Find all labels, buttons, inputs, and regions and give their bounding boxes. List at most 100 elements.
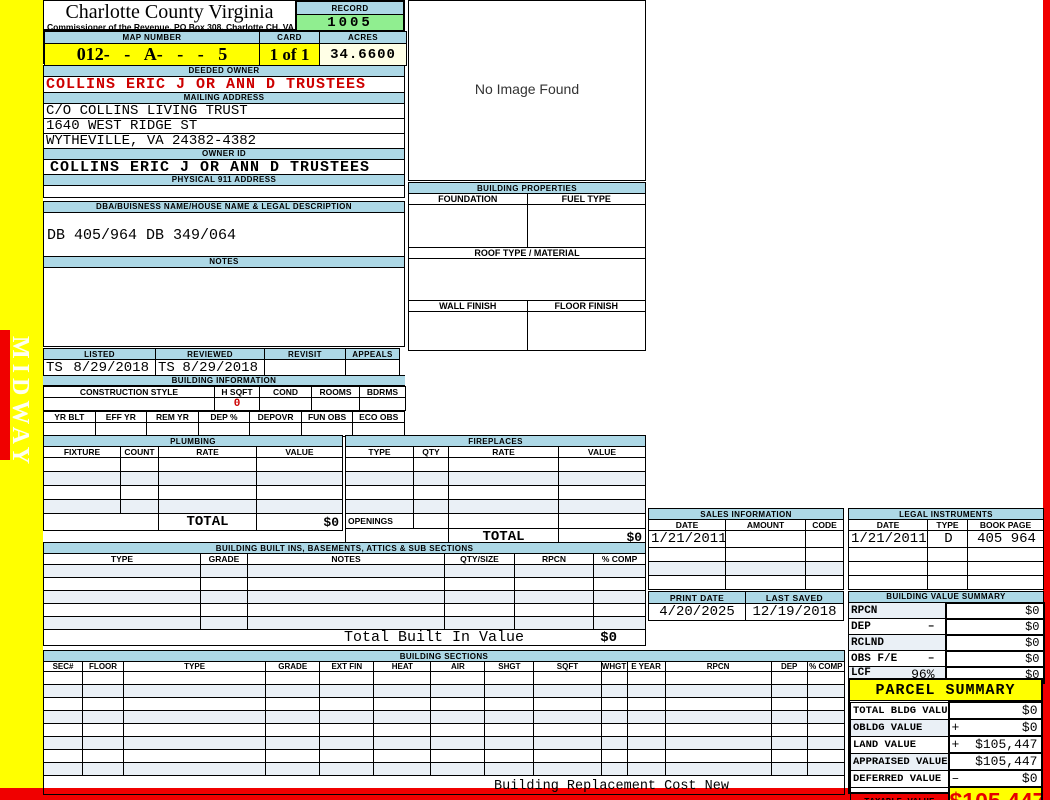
col-h: EXT FIN: [319, 661, 375, 672]
sales-information-table: SALES INFORMATION DATE AMOUNT CODE 1/21/…: [647, 508, 845, 590]
empty-row: [648, 575, 845, 590]
fuel-type-label: FUEL TYPE: [526, 193, 646, 205]
fireplaces-table: FIREPLACES TYPE QTY RATE VALUE OPENINGS …: [344, 435, 647, 558]
physical-911-value: [44, 186, 404, 201]
mailing-line-1: C/O COLLINS LIVING TRUST: [44, 104, 404, 119]
construction-style-label: CONSTRUCTION STYLE: [43, 386, 215, 398]
building-properties-title: BUILDING PROPERTIES: [408, 182, 646, 194]
dba-label: DBA/BUISNESS NAME/HOUSE NAME & LEGAL DES…: [44, 202, 404, 213]
plumbing-total-label: TOTAL: [158, 513, 257, 531]
col-h: SEC#: [42, 661, 84, 672]
header: Charlotte County Virginia Commissioner o…: [43, 0, 405, 32]
col-h: NOTES: [247, 553, 445, 565]
sale-amount: [725, 530, 806, 548]
physical-911-label: PHYSICAL 911 ADDRESS: [44, 175, 404, 186]
owner-id-value: COLLINS ERIC J OR ANN D TRUSTEES: [44, 160, 404, 175]
floor-finish-value: [526, 311, 646, 351]
parcel-summary-title: PARCEL SUMMARY: [850, 680, 1041, 701]
built-ins-title: BUILDING BUILT INS, BASEMENTS, ATTICS & …: [42, 542, 647, 554]
sale-code: [804, 530, 845, 548]
empty-row: [42, 671, 846, 685]
legal-book-page: 405 964: [966, 530, 1045, 548]
value-summary-title: BUILDING VALUE SUMMARY: [848, 591, 1044, 603]
sale-date: 1/21/2011: [648, 530, 726, 548]
last-saved-value: 12/19/2018: [745, 603, 844, 621]
building-sections-title: BUILDING SECTIONS: [43, 650, 845, 662]
owner-block: DEEDED OWNER COLLINS ERIC J OR ANN D TRU…: [43, 65, 405, 198]
ecoobs-label: ECO OBS: [352, 411, 405, 423]
empty-row: [42, 762, 846, 776]
review-block: LISTED REVIEWED REVISIT APPEALS TS 8/29/2…: [43, 348, 400, 377]
bdrms-label: BDRMS: [359, 386, 406, 398]
col-h: AMOUNT: [725, 519, 806, 531]
parcel-op: –: [951, 771, 960, 786]
hsqft-value: 0: [214, 397, 260, 411]
building-information: BUILDING INFORMATION CONSTRUCTION STYLE …: [43, 375, 406, 437]
district-label: MIDWAY: [7, 336, 33, 470]
plumbing-total-value: $0: [256, 513, 343, 531]
last-saved-label: LAST SAVED: [745, 591, 844, 604]
built-ins-total-label: Total Built In Value: [344, 629, 525, 646]
empty-row: [43, 471, 343, 486]
parcel-summary: PARCEL SUMMARY TOTAL BLDG VALUE $0 OBLDG …: [848, 678, 1043, 800]
legal-title: LEGAL INSTRUMENTS: [847, 508, 1045, 520]
fuel-type-value: [526, 204, 646, 248]
listed-value: TS 8/29/2018: [43, 359, 156, 377]
vs-value: $0: [944, 601, 1045, 620]
col-h: RPCN: [664, 661, 772, 672]
parcel-value: $105,447: [975, 737, 1038, 752]
built-ins-total-value: $0: [600, 629, 618, 646]
replacement-cost-note: Building Replacement Cost New: [494, 779, 729, 794]
parcel-value: $0: [1021, 771, 1038, 786]
sales-title: SALES INFORMATION: [647, 508, 845, 520]
col-h: TYPE: [123, 661, 267, 672]
col-h: COUNT: [120, 446, 159, 458]
county-title: Charlotte County Virginia: [65, 1, 274, 23]
notes-value: [44, 268, 404, 347]
parcel-op: +: [951, 737, 960, 752]
parcel-op: +: [951, 720, 960, 735]
col-h: QTY: [413, 446, 449, 458]
col-h: % COMP: [592, 553, 647, 565]
parcel-label: APPRAISED VALUE: [850, 752, 949, 771]
dba-value: DB 405/964 DB 349/064: [44, 213, 404, 257]
empty-row: [345, 471, 647, 486]
vs-label: RCLND: [851, 636, 885, 649]
col-h: SQFT: [533, 661, 602, 672]
print-date-value: 4/20/2025: [648, 603, 746, 621]
col-h: CODE: [804, 519, 845, 531]
reviewed-by: TS: [158, 360, 175, 376]
property-record-card: MIDWAY Charlotte County Virginia Commiss…: [0, 0, 1050, 800]
card-value: 1 of 1: [259, 43, 320, 66]
empty-row: [43, 457, 343, 472]
building-sections-table: BUILDING SECTIONS SEC# FLOOR TYPE GRADE …: [42, 650, 846, 795]
bdrms-value: [359, 397, 406, 411]
roof-label: ROOF TYPE / MATERIAL: [408, 247, 646, 259]
county-title-block: Charlotte County Virginia Commissioner o…: [44, 1, 296, 32]
legal-date: 1/21/2011: [848, 530, 928, 548]
reviewed-date: 8/29/2018: [182, 360, 258, 376]
empty-row: [42, 723, 846, 737]
col-h: VALUE: [557, 446, 647, 458]
empty-row: [43, 564, 647, 578]
taxable-value-label: TAXABLE VALUE: [850, 786, 949, 800]
floor-finish-label: FLOOR FINISH: [526, 300, 646, 312]
parcel-value: $0: [1021, 703, 1038, 718]
col-h: TYPE: [345, 446, 414, 458]
col-h: DEP: [770, 661, 808, 672]
taxable-value: $105,447: [947, 786, 1043, 800]
card-label: CARD: [259, 31, 320, 44]
reviewed-value: TS 8/29/2018: [155, 359, 265, 377]
map-number-label: MAP NUMBER: [44, 31, 260, 44]
empty-row: [345, 499, 647, 514]
vs-value: $0: [944, 633, 1045, 652]
construction-style-value: [43, 397, 215, 411]
rooms-label: ROOMS: [311, 386, 360, 398]
wall-finish-value: [408, 311, 528, 351]
parcel-label: OBLDG VALUE: [850, 718, 949, 737]
col-h: WHGT: [600, 661, 628, 672]
remyr-label: REM YR: [146, 411, 199, 423]
empty-row: [648, 547, 845, 562]
acres-value: 34.6600: [319, 43, 407, 66]
revisit-value: [264, 359, 346, 377]
